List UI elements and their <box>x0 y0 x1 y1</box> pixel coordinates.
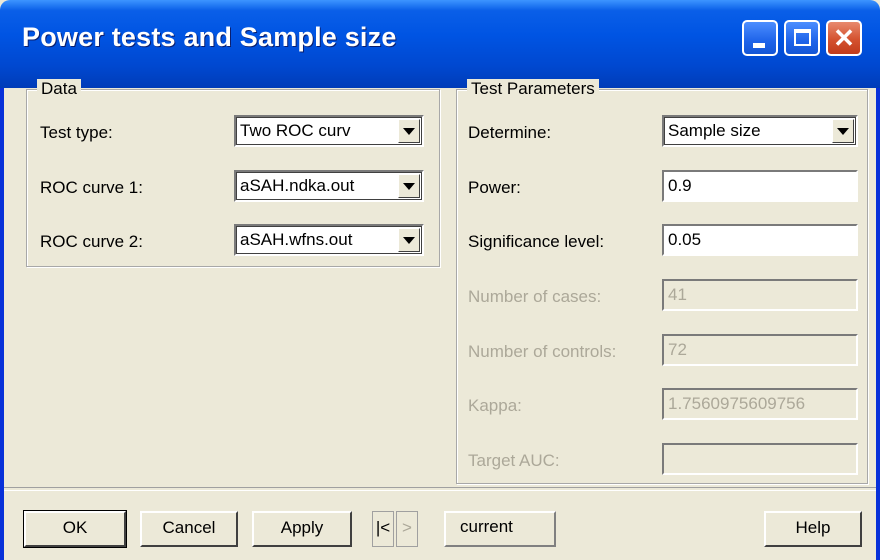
number-of-cases-label: Number of cases: <box>468 287 602 306</box>
determine-value: Sample size <box>668 121 761 140</box>
target-auc-input <box>662 443 858 475</box>
close-button[interactable]: ✕ <box>826 20 862 56</box>
power-label: Power: <box>468 178 521 197</box>
help-button[interactable]: Help <box>764 511 862 547</box>
roc-curve-1-select[interactable]: aSAH.ndka.out <box>234 170 424 202</box>
roc-curve-2-label: ROC curve 2: <box>40 232 143 251</box>
determine-dropdown-button[interactable] <box>832 119 854 143</box>
cancel-button[interactable]: Cancel <box>140 511 238 547</box>
window-frame-right <box>876 88 880 560</box>
maximize-icon <box>794 29 811 46</box>
roc-curve-1-value: aSAH.ndka.out <box>240 176 355 195</box>
chevron-down-icon <box>837 128 849 135</box>
determine-select[interactable]: Sample size <box>662 115 858 147</box>
power-input[interactable]: 0.9 <box>662 170 858 202</box>
data-group-legend: Data <box>37 79 81 99</box>
number-of-controls-label: Number of controls: <box>468 342 617 361</box>
chevron-down-icon <box>403 237 415 244</box>
next-record-button[interactable]: > <box>396 511 418 547</box>
ok-button[interactable]: OK <box>23 510 127 548</box>
maximize-button[interactable] <box>784 20 820 56</box>
roc-curve-2-dropdown-button[interactable] <box>398 228 420 252</box>
button-bar-separator <box>4 487 876 491</box>
current-record-field[interactable]: current <box>444 511 556 547</box>
close-icon: ✕ <box>833 23 855 53</box>
test-type-select[interactable]: Two ROC curv <box>234 115 424 147</box>
number-of-controls-input: 72 <box>662 334 858 366</box>
roc-curve-1-label: ROC curve 1: <box>40 178 143 197</box>
chevron-down-icon <box>403 128 415 135</box>
number-of-cases-input: 41 <box>662 279 858 311</box>
test-type-dropdown-button[interactable] <box>398 119 420 143</box>
target-auc-label: Target AUC: <box>468 451 560 470</box>
title-bar[interactable]: Power tests and Sample size ✕ <box>0 0 880 88</box>
significance-level-input[interactable]: 0.05 <box>662 224 858 256</box>
test-parameters-legend: Test Parameters <box>467 79 599 99</box>
test-type-label: Test type: <box>40 123 113 142</box>
test-type-value: Two ROC curv <box>240 121 351 140</box>
window-title: Power tests and Sample size <box>22 22 397 52</box>
chevron-down-icon <box>403 183 415 190</box>
minimize-icon <box>753 43 765 48</box>
roc-curve-2-select[interactable]: aSAH.wfns.out <box>234 224 424 256</box>
kappa-input: 1.7560975609756 <box>662 388 858 420</box>
apply-button[interactable]: Apply <box>252 511 352 547</box>
kappa-label: Kappa: <box>468 396 522 415</box>
determine-label: Determine: <box>468 123 552 142</box>
first-record-button[interactable]: |< <box>372 511 394 547</box>
roc-curve-1-dropdown-button[interactable] <box>398 174 420 198</box>
roc-curve-2-value: aSAH.wfns.out <box>240 230 353 249</box>
significance-level-label: Significance level: <box>468 232 605 251</box>
minimize-button[interactable] <box>742 20 778 56</box>
